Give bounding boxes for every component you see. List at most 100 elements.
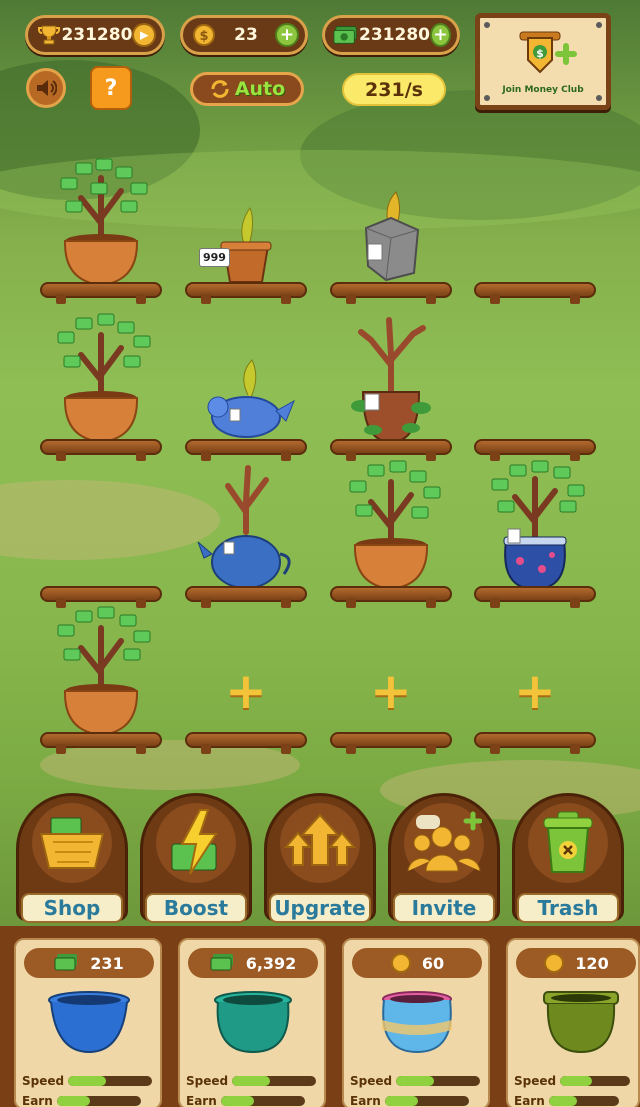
shelf — [474, 282, 596, 304]
earn-bar — [220, 1096, 305, 1106]
trophy-counter[interactable]: 231280 ▸ — [25, 15, 165, 55]
trash-button[interactable]: Trash — [512, 793, 624, 925]
grid-slot[interactable] — [474, 148, 596, 304]
mystery-box-button[interactable]: ? — [90, 66, 132, 110]
cash-icon — [54, 954, 78, 971]
earn-label: Earn — [22, 1094, 53, 1107]
grid-slot[interactable] — [330, 148, 452, 304]
upgrade-label: Upgrate — [269, 893, 371, 923]
shelf — [40, 732, 162, 754]
shelf — [330, 732, 452, 754]
cash-value: 231280 — [359, 25, 430, 45]
shop-label: Shop — [21, 893, 123, 923]
invite-people-icon — [407, 811, 482, 872]
arrows-up-icon — [284, 813, 356, 866]
rainbow-pot-icon — [382, 991, 452, 1054]
speaker-icon — [37, 80, 57, 96]
speed-bar — [560, 1076, 631, 1086]
shop-card[interactable]: 231 Speed Earn — [14, 938, 162, 1107]
cash-counter[interactable]: 231280 + — [322, 15, 460, 55]
sound-button[interactable] — [26, 68, 66, 108]
grid-slot[interactable]: 999 — [185, 148, 307, 304]
earn-bar — [56, 1096, 141, 1106]
grid-slot[interactable] — [40, 598, 162, 754]
price-value: 231 — [90, 953, 124, 973]
grid-slot[interactable]: + — [330, 598, 452, 754]
coin-value: 23 — [234, 25, 258, 45]
money-club-panel[interactable]: $ Join Money Club — [475, 13, 611, 110]
shop-card[interactable]: 60 Speed Earn — [342, 938, 490, 1107]
shop-card[interactable]: 120 Speed Earn — [506, 938, 640, 1107]
svg-text:$: $ — [536, 47, 544, 60]
olive-pot-icon — [543, 991, 619, 1054]
price-value: 120 — [575, 953, 609, 973]
speed-bar — [232, 1076, 317, 1086]
speed-label: Speed — [514, 1074, 557, 1088]
teal-pot-icon — [214, 991, 292, 1054]
grid-slot[interactable] — [40, 305, 162, 461]
grid-slot[interactable] — [185, 452, 307, 608]
grid-slot[interactable] — [330, 452, 452, 608]
grid-slot[interactable] — [185, 305, 307, 461]
speed-label: Speed — [186, 1074, 229, 1088]
money-tree-clay-pot — [60, 158, 148, 287]
price-tag: 6,392 — [188, 948, 318, 978]
add-plant-icon[interactable]: + — [225, 666, 267, 716]
money-club-label: Join Money Club — [502, 85, 584, 95]
grid-slot[interactable]: + — [185, 598, 307, 754]
question-box-icon: ? — [104, 75, 118, 101]
shelf — [474, 732, 596, 754]
money-tree-clay-pot — [57, 313, 151, 444]
earn-bar — [548, 1096, 619, 1106]
trash-label: Trash — [517, 893, 619, 923]
cash-icon — [210, 954, 233, 971]
add-coin-icon[interactable]: + — [275, 23, 299, 47]
earn-label: Earn — [350, 1094, 381, 1107]
speed-bar — [396, 1076, 481, 1086]
income-rate: 231/s — [342, 73, 446, 106]
coin-counter[interactable]: $ 23 + — [180, 15, 308, 55]
shelf — [40, 282, 162, 304]
boost-label: Boost — [145, 893, 247, 923]
cash-icon — [333, 22, 359, 48]
invite-button[interactable]: Invite — [388, 793, 500, 925]
add-cash-icon[interactable]: + — [429, 23, 451, 47]
basket-icon — [39, 817, 105, 869]
earn-bar — [384, 1096, 469, 1106]
add-plant-icon[interactable]: + — [514, 666, 556, 716]
shop-button[interactable]: Shop — [16, 793, 128, 925]
earn-label: Earn — [514, 1094, 545, 1107]
speed-label: Speed — [22, 1074, 65, 1088]
upgrade-button[interactable]: Upgrate — [264, 793, 376, 925]
price-value: 60 — [421, 953, 445, 973]
grid-slot[interactable]: + — [474, 598, 596, 754]
sprout-bird-pot — [207, 359, 295, 438]
boost-button[interactable]: Boost — [140, 793, 252, 925]
grid-slot[interactable] — [474, 452, 596, 608]
add-plant-icon[interactable]: + — [370, 666, 412, 716]
auto-button[interactable]: Auto — [190, 72, 304, 106]
grid-slot[interactable] — [474, 305, 596, 461]
shelf — [185, 282, 307, 304]
sprout-small-pot — [220, 206, 272, 283]
shelf — [185, 732, 307, 754]
grid-slot[interactable] — [40, 452, 162, 608]
speed-label: Speed — [350, 1074, 393, 1088]
money-tree-clay-pot — [349, 460, 441, 591]
grid-slot[interactable] — [40, 148, 162, 304]
price-tag: 120 — [516, 948, 636, 978]
auto-label: Auto — [234, 78, 286, 100]
trophy-value: 231280 — [61, 25, 133, 45]
coin-icon — [544, 953, 565, 973]
shop-card[interactable]: 6,392 Speed Earn — [178, 938, 326, 1107]
earn-label: Earn — [186, 1094, 217, 1107]
grid-slot[interactable] — [330, 305, 452, 461]
trash-icon — [543, 811, 593, 873]
price-value: 6,392 — [245, 953, 297, 973]
speed-bar — [68, 1076, 153, 1086]
refresh-icon — [211, 80, 229, 98]
bare-tree-teapot — [197, 465, 291, 589]
play-icon[interactable]: ▸ — [132, 23, 156, 47]
blue-pot-icon — [48, 991, 130, 1054]
shelf — [330, 282, 452, 304]
